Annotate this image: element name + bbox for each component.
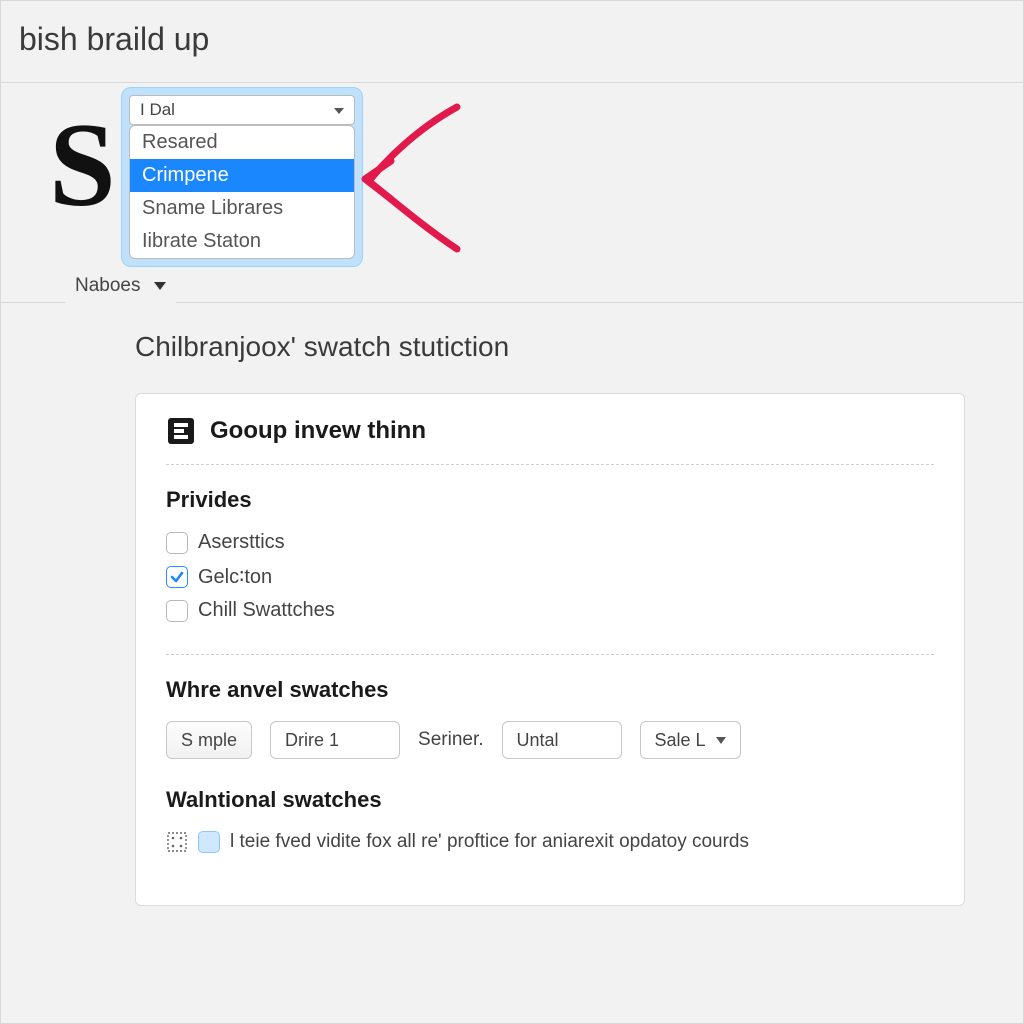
button-label: S mple (181, 730, 237, 751)
preset-dropdown-value: I Dal (140, 100, 175, 119)
section-title: Privides (166, 487, 934, 513)
checkbox-row: Gelc∶ton (166, 564, 934, 589)
dropdown-item[interactable]: Resared (130, 126, 354, 159)
section-privides: Privides Asersttics Gelc∶ton Chill Swatt… (166, 465, 934, 654)
section-swatches: Whre anvel swatches S mple Drire 1 Serin… (166, 654, 934, 781)
section-optional: Walntional swatches l teie fved vidite f… (166, 781, 934, 875)
window-title-text: bish braild up (19, 21, 209, 57)
section-tab-label: Naboes (75, 275, 141, 296)
annotation-arrow-icon (357, 89, 477, 259)
panel-heading: Gooup invew thinn (210, 417, 426, 445)
section-tab[interactable]: Naboes (65, 271, 176, 303)
checkbox-row: Asersttics (166, 531, 934, 554)
drire-field[interactable]: Drire 1 (270, 721, 400, 759)
header-area: S I Dal Resared Crimpene Sname Librares … (1, 83, 1023, 303)
untal-field[interactable]: Untal (502, 721, 622, 759)
dotted-square-icon (166, 831, 188, 853)
option-label: l teie fved vidite fox all re' proftice … (230, 831, 749, 853)
field-value: Untal (517, 730, 559, 751)
preset-dropdown-menu: Resared Crimpene Sname Librares Iibrate … (129, 125, 355, 259)
checkbox-label: Gelc∶ton (198, 564, 272, 589)
checkbox[interactable] (166, 532, 188, 554)
chevron-down-icon (334, 108, 344, 114)
section-title: Walntional swatches (166, 787, 934, 813)
checkbox-label: Asersttics (198, 531, 285, 554)
dropdown-item[interactable]: Iibrate Staton (130, 225, 354, 258)
chevron-down-icon (716, 737, 726, 744)
page-title: Chilbranjoox' swatch stutiction (135, 331, 1023, 363)
preset-dropdown-button[interactable]: I Dal (129, 95, 355, 125)
sale-select[interactable]: Sale L (640, 721, 741, 759)
settings-panel: Gooup invew thinn Privides Asersttics Ge… (135, 393, 965, 906)
select-value: Sale L (655, 730, 706, 751)
checkbox-checked[interactable] (166, 566, 188, 588)
checkbox-checked[interactable] (198, 831, 220, 853)
app-logo-glyph: S (49, 105, 110, 225)
chevron-down-icon (154, 282, 166, 290)
window-title: bish braild up (1, 1, 1023, 83)
panel-icon (166, 416, 196, 446)
field-value: Drire 1 (285, 730, 339, 751)
checkbox-label: Chill Swattches (198, 599, 335, 622)
dropdown-item-highlighted[interactable]: Crimpene (130, 159, 354, 192)
checkbox[interactable] (166, 600, 188, 622)
section-title: Whre anvel swatches (166, 677, 934, 703)
preset-dropdown[interactable]: I Dal Resared Crimpene Sname Librares Ii… (129, 95, 355, 259)
main-content: Chilbranjoox' swatch stutiction Gooup in… (1, 303, 1023, 906)
checkbox-row: Chill Swattches (166, 599, 934, 622)
option-row: l teie fved vidite fox all re' proftice … (166, 831, 934, 853)
inline-label: Seriner. (418, 729, 483, 751)
dropdown-item[interactable]: Sname Librares (130, 192, 354, 225)
panel-header: Gooup invew thinn (166, 416, 934, 465)
sample-button[interactable]: S mple (166, 721, 252, 759)
app-window: bish braild up S I Dal Resared Crimpene … (0, 0, 1024, 1024)
swatch-controls: S mple Drire 1 Seriner. Untal Sale L (166, 721, 934, 759)
